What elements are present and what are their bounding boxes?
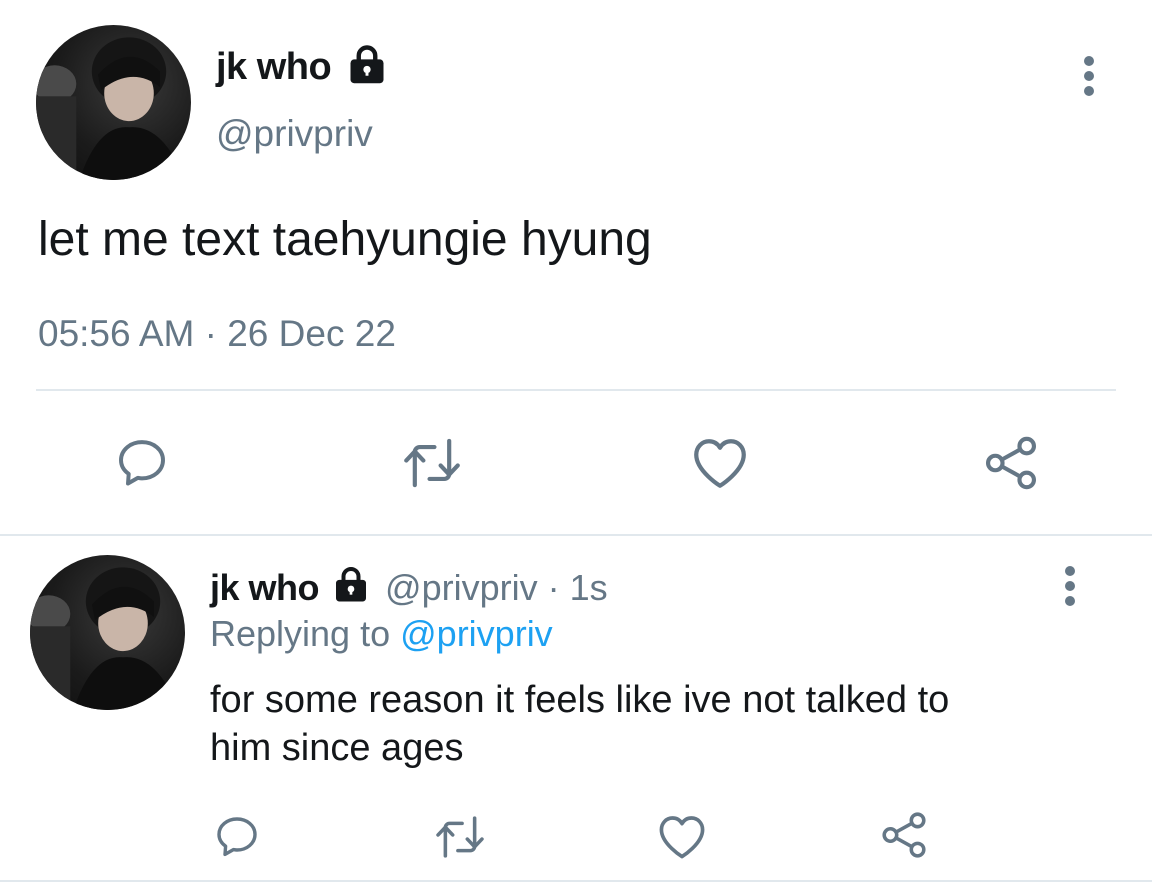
- lock-icon: [331, 564, 371, 604]
- divider: [0, 880, 1152, 882]
- handle[interactable]: @privpriv: [216, 112, 373, 156]
- reply-text: for some reason it feels like ive not ta…: [210, 676, 949, 772]
- divider: [0, 534, 1152, 536]
- share-icon[interactable]: [982, 434, 1040, 492]
- replying-to: Replying to @privpriv: [210, 612, 553, 656]
- more-icon[interactable]: [1058, 564, 1082, 608]
- more-icon[interactable]: [1077, 54, 1101, 98]
- retweet-icon[interactable]: [432, 814, 488, 860]
- tweet-date: 26 Dec 22: [227, 313, 396, 354]
- avatar[interactable]: [30, 555, 185, 710]
- reply-icon[interactable]: [213, 812, 261, 860]
- reply-age: 1s: [569, 567, 608, 608]
- share-icon[interactable]: [879, 810, 929, 860]
- avatar[interactable]: [36, 25, 191, 180]
- reply-header: jk who @privpriv · 1s: [210, 564, 608, 610]
- reply-display-name[interactable]: jk who: [210, 567, 320, 608]
- lock-icon: [345, 42, 389, 86]
- replying-to-label: Replying to: [210, 613, 391, 654]
- tweet-time: 05:56 AM: [38, 313, 195, 354]
- retweet-icon[interactable]: [400, 436, 464, 490]
- divider: [36, 389, 1116, 391]
- like-icon[interactable]: [690, 434, 750, 490]
- tweet-timestamp: 05:56 AM · 26 Dec 22: [38, 312, 396, 356]
- reply-text-line: him since ages: [210, 727, 464, 769]
- reply-icon[interactable]: [114, 434, 170, 490]
- replying-to-handle[interactable]: @privpriv: [400, 613, 553, 654]
- separator: ·: [204, 313, 217, 354]
- tweet-text: let me text taehyungie hyung: [38, 213, 652, 266]
- reply-handle[interactable]: @privpriv: [385, 567, 538, 608]
- like-icon[interactable]: [656, 812, 708, 860]
- separator: ·: [547, 567, 560, 608]
- display-name[interactable]: jk who: [216, 44, 332, 90]
- reply-text-line: for some reason it feels like ive not ta…: [210, 679, 950, 721]
